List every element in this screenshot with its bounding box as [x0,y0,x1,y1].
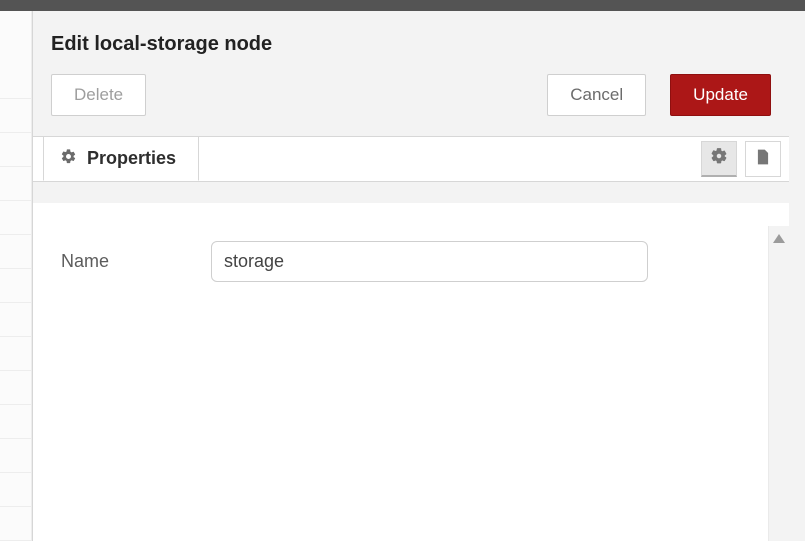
edit-panel: Edit local-storage node Delete Cancel Up… [32,11,789,541]
tab-properties[interactable]: Properties [43,136,199,181]
settings-icon-button[interactable] [701,141,737,177]
tab-properties-label: Properties [87,148,176,169]
tab-strip: Properties [33,136,789,182]
form-row-name: Name [61,241,761,282]
app-topbar [0,0,805,11]
cancel-button[interactable]: Cancel [547,74,646,116]
name-input[interactable] [211,241,648,282]
dialog-button-row: Delete Cancel Update [33,56,789,136]
gear-icon [710,147,728,170]
update-button[interactable]: Update [670,74,771,116]
document-icon [754,148,772,171]
delete-button[interactable]: Delete [51,74,146,116]
name-label: Name [61,251,191,272]
dialog-title: Edit local-storage node [33,11,789,56]
scrollbar[interactable] [768,226,789,541]
grid-background [0,11,32,541]
properties-form: Name [33,203,789,541]
tab-actions [701,137,789,181]
info-icon-button[interactable] [745,141,781,177]
gear-icon [60,148,77,170]
